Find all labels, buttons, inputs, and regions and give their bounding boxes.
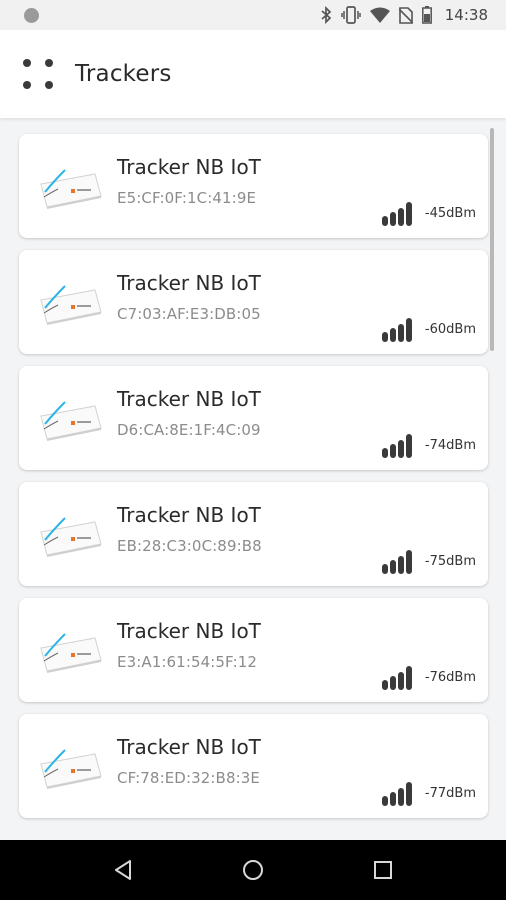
rssi-value: -60dBm bbox=[424, 321, 476, 337]
rssi-value: -77dBm bbox=[424, 785, 476, 801]
signal-strength: -76dBm bbox=[381, 664, 476, 690]
scrollbar[interactable] bbox=[490, 128, 494, 351]
apps-grid-icon[interactable] bbox=[21, 57, 55, 91]
rssi-value: -75dBm bbox=[424, 553, 476, 569]
tracker-card[interactable]: Tracker NB IoT EB:28:C3:0C:89:B8 -75dBm bbox=[19, 482, 488, 586]
rssi-value: -76dBm bbox=[424, 669, 476, 685]
back-icon[interactable] bbox=[113, 859, 133, 881]
tracker-mac-address: E3:A1:61:54:5F:12 bbox=[117, 653, 258, 671]
page-title: Trackers bbox=[75, 61, 172, 87]
tracker-device-image bbox=[40, 749, 102, 789]
tracker-device-image bbox=[40, 169, 102, 209]
navigation-bar bbox=[0, 840, 506, 900]
tracker-name: Tracker NB IoT bbox=[117, 387, 261, 411]
rssi-value: -74dBm bbox=[424, 437, 476, 453]
tracker-name: Tracker NB IoT bbox=[117, 735, 261, 759]
tracker-device-image bbox=[40, 285, 102, 325]
tracker-mac-address: CF:78:ED:32:B8:3E bbox=[117, 769, 260, 787]
tracker-card[interactable]: Tracker NB IoT C7:03:AF:E3:DB:05 -60dBm bbox=[19, 250, 488, 354]
status-icons: 14:38 bbox=[320, 6, 488, 24]
signal-strength: -74dBm bbox=[381, 432, 476, 458]
bluetooth-icon bbox=[321, 6, 332, 24]
tracker-mac-address: E5:CF:0F:1C:41:9E bbox=[117, 189, 257, 207]
signal-strength: -77dBm bbox=[381, 780, 476, 806]
signal-strength: -45dBm bbox=[381, 200, 476, 226]
status-bar: 14:38 bbox=[0, 0, 506, 30]
signal-bars-icon bbox=[381, 666, 412, 690]
signal-bars-icon bbox=[381, 434, 412, 458]
rssi-value: -45dBm bbox=[424, 205, 476, 221]
tracker-name: Tracker NB IoT bbox=[117, 155, 261, 179]
signal-bars-icon bbox=[381, 550, 412, 574]
recents-icon[interactable] bbox=[373, 860, 393, 880]
tracker-device-image bbox=[40, 633, 102, 673]
no-sim-icon bbox=[398, 6, 413, 24]
tracker-device-image bbox=[40, 517, 102, 557]
tracker-card[interactable]: Tracker NB IoT D6:CA:8E:1F:4C:09 -74dBm bbox=[19, 366, 488, 470]
signal-bars-icon bbox=[381, 318, 412, 342]
signal-bars-icon bbox=[381, 782, 412, 806]
wifi-icon bbox=[369, 7, 390, 23]
notification-dot-icon bbox=[24, 7, 39, 23]
tracker-card[interactable]: Tracker NB IoT CF:78:ED:32:B8:3E -77dBm bbox=[19, 714, 488, 818]
app-bar: Trackers bbox=[0, 30, 506, 118]
home-icon[interactable] bbox=[242, 859, 264, 881]
tracker-card[interactable]: Tracker NB IoT E3:A1:61:54:5F:12 -76dBm bbox=[19, 598, 488, 702]
signal-strength: -75dBm bbox=[381, 548, 476, 574]
status-time: 14:38 bbox=[444, 6, 488, 24]
tracker-list[interactable]: Tracker NB IoT E5:CF:0F:1C:41:9E -45dBm … bbox=[0, 118, 506, 840]
tracker-card[interactable]: Tracker NB IoT E5:CF:0F:1C:41:9E -45dBm bbox=[19, 134, 488, 238]
vibrate-icon bbox=[341, 6, 361, 24]
signal-strength: -60dBm bbox=[381, 316, 476, 342]
tracker-name: Tracker NB IoT bbox=[117, 619, 261, 643]
tracker-name: Tracker NB IoT bbox=[117, 271, 261, 295]
tracker-mac-address: EB:28:C3:0C:89:B8 bbox=[117, 537, 262, 555]
signal-bars-icon bbox=[381, 202, 412, 226]
tracker-mac-address: D6:CA:8E:1F:4C:09 bbox=[117, 421, 261, 439]
tracker-name: Tracker NB IoT bbox=[117, 503, 261, 527]
tracker-device-image bbox=[40, 401, 102, 441]
battery-icon bbox=[421, 6, 432, 24]
tracker-mac-address: C7:03:AF:E3:DB:05 bbox=[117, 305, 261, 323]
